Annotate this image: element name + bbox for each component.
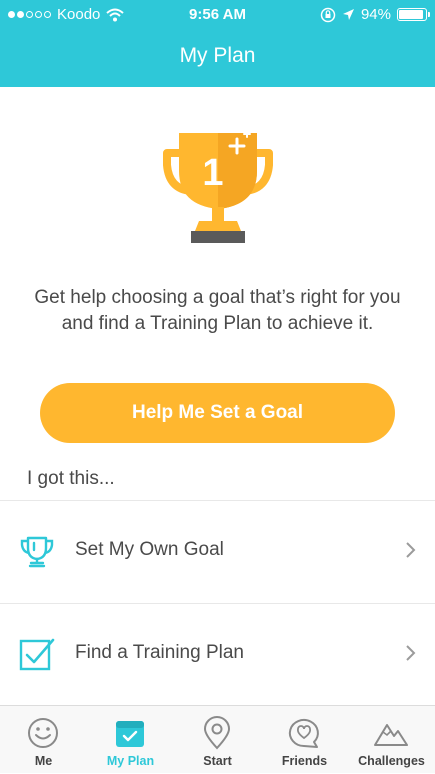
chevron-right-icon (406, 542, 416, 558)
find-training-plan-row[interactable]: Find a Training Plan (0, 604, 435, 704)
tab-challenges[interactable]: Challenges (348, 706, 435, 774)
trophy-outline-icon (20, 536, 54, 568)
tab-friends[interactable]: Friends (261, 706, 348, 774)
mountain-icon (374, 724, 408, 746)
tab-me[interactable]: Me (0, 706, 87, 774)
location-pin-icon (203, 716, 231, 750)
rotation-lock-icon (320, 7, 336, 22)
tab-bar: Me My Plan Start Friends Challenges (0, 705, 435, 773)
trophy-icon: 1 (163, 130, 273, 243)
smiley-icon (28, 718, 58, 748)
tab-my-plan[interactable]: My Plan (87, 706, 174, 774)
battery-percent: 94% (360, 6, 391, 23)
trophy-number: 1 (202, 152, 223, 194)
tab-label: My Plan (106, 754, 155, 768)
page-title: My Plan (179, 44, 256, 67)
tab-label: Start (203, 754, 232, 768)
tab-label: Me (34, 754, 53, 768)
row-label: Find a Training Plan (75, 642, 244, 663)
goal-prompt: Get help choosing a goal that’s right fo… (34, 287, 401, 334)
row-label: Set My Own Goal (75, 539, 224, 560)
status-right: 94% (320, 6, 430, 23)
tab-label: Friends (281, 754, 328, 768)
chevron-right-icon (406, 645, 416, 661)
help-me-set-goal-button[interactable]: Help Me Set a Goal (40, 383, 395, 443)
checkbox-icon (19, 638, 55, 671)
set-my-own-goal-row[interactable]: Set My Own Goal (0, 501, 435, 601)
header: Koodo 9:56 AM 94% My Plan (0, 0, 435, 87)
section-label: I got this... (27, 468, 115, 489)
tab-label: Challenges (358, 754, 425, 768)
location-arrow-icon (342, 9, 354, 20)
status-bar: Koodo 9:56 AM 94% (0, 0, 435, 30)
tab-start[interactable]: Start (174, 706, 261, 774)
heart-chat-icon (288, 719, 319, 748)
calendar-check-icon (116, 721, 144, 747)
battery-icon (397, 8, 430, 21)
